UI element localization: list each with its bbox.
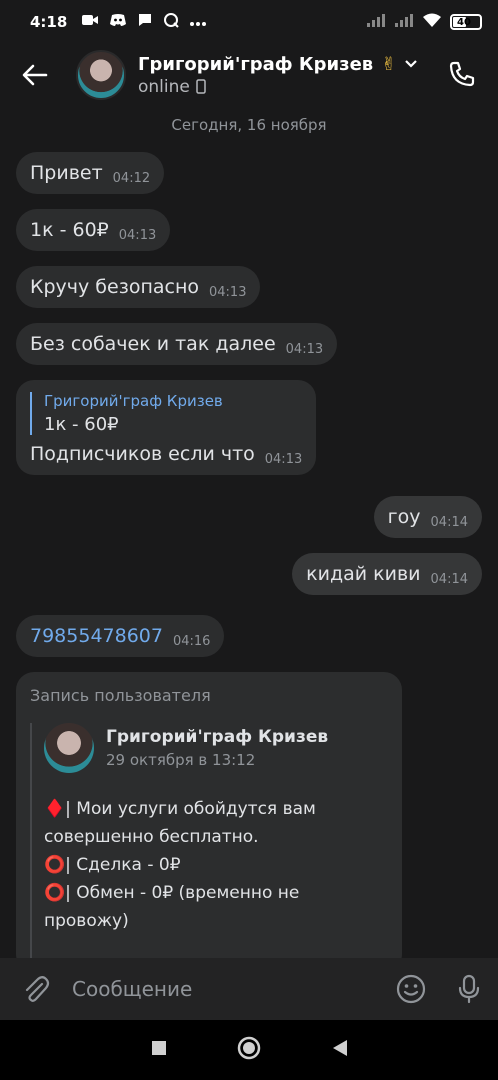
attach-button[interactable] (0, 974, 72, 1004)
reply-text: 1к - 60₽ (44, 414, 119, 435)
message-incoming-reply[interactable]: Григорий'граф Кризев 1к - 60₽ Подписчико… (16, 380, 317, 475)
contact-info[interactable]: Григорий'граф Кризев ✌ online (138, 54, 418, 97)
arrow-left-icon (22, 64, 48, 86)
status-time: 4:18 (30, 13, 68, 31)
message-text: 1к - 60₽ (30, 219, 109, 241)
triangle-back-icon (332, 1040, 347, 1056)
message-text: Подписчиков если что (30, 443, 255, 465)
voice-message-button[interactable] (440, 974, 498, 1004)
circle-icon (237, 1036, 261, 1060)
post-author-avatar[interactable] (44, 723, 94, 773)
victory-hand-emoji: ✌ (381, 53, 397, 75)
wifi-icon (422, 12, 442, 32)
message-incoming[interactable]: Привет 04:12 (16, 152, 165, 194)
message-incoming[interactable]: 1к - 60₽ 04:13 (16, 209, 171, 251)
contact-avatar[interactable] (76, 50, 126, 100)
post-body: ♦️| Мои услуги обойдутся вам совершенно … (44, 799, 316, 931)
post-author-name: Григорий'граф Кризев (106, 727, 329, 747)
chat-header: Григорий'граф Кризев ✌ online (0, 44, 498, 106)
post-author[interactable]: Григорий'граф Кризев 29 октября в 13:12 (44, 723, 388, 773)
chevron-down-icon (405, 60, 418, 68)
signal-icon (366, 13, 386, 31)
microphone-icon (458, 974, 480, 1004)
message-time: 04:16 (172, 634, 211, 649)
battery-icon: 40 (450, 14, 482, 30)
emoji-button[interactable] (382, 974, 440, 1004)
message-text: кидай киви (306, 563, 421, 585)
mobile-icon (196, 79, 206, 94)
discord-icon (109, 13, 127, 31)
message-time: 04:13 (264, 452, 303, 467)
message-outgoing[interactable]: кидай киви 04:14 (292, 553, 482, 595)
message-time: 04:14 (430, 515, 468, 530)
message-incoming[interactable]: Кручу безопасно 04:13 (16, 266, 261, 308)
phone-icon (449, 61, 475, 87)
message-time: 04:13 (285, 342, 324, 357)
message-time: 04:14 (430, 572, 468, 587)
status-bar: 4:18 40 (0, 0, 498, 44)
chat-icon (137, 12, 153, 32)
home-button[interactable] (237, 1036, 261, 1064)
signal-2-icon (394, 13, 414, 31)
system-navigation-bar (0, 1020, 498, 1080)
chat-history[interactable]: Сегодня, 16 ноября Привет 04:12 1к - 60₽… (0, 106, 498, 958)
paperclip-icon (25, 976, 50, 1002)
smile-icon (396, 974, 426, 1004)
message-incoming[interactable]: Без собачек и так далее 04:13 (16, 323, 338, 365)
battery-level: 40 (457, 16, 471, 28)
back-button[interactable] (0, 44, 70, 106)
message-text: Привет (30, 162, 103, 184)
video-icon (81, 13, 99, 31)
message-incoming[interactable]: 79855478607 04:16 (16, 615, 225, 657)
notification-icons (81, 12, 207, 32)
message-time: 04:12 (112, 171, 151, 186)
message-text: Кручу безопасно (30, 276, 199, 298)
back-nav-button[interactable] (332, 1039, 348, 1061)
shared-post[interactable]: Запись пользователя Григорий'граф Кризев… (16, 672, 402, 958)
message-text: Без собачек и так далее (30, 333, 276, 355)
date-separator: Сегодня, 16 ноября (171, 116, 327, 134)
post-title: Запись пользователя (30, 686, 211, 705)
message-outgoing[interactable]: гоу 04:14 (373, 496, 482, 538)
phone-number-link[interactable]: 79855478607 (30, 625, 163, 647)
recents-button[interactable] (151, 1040, 167, 1060)
message-input[interactable]: Сообщение (72, 977, 382, 1001)
more-dots-icon (189, 13, 207, 31)
contact-name: Григорий'граф Кризев (138, 53, 374, 75)
square-icon (151, 1041, 166, 1055)
call-button[interactable] (442, 54, 482, 94)
reply-author: Григорий'граф Кризев (44, 392, 223, 410)
message-time: 04:13 (118, 228, 157, 243)
message-time: 04:13 (209, 285, 247, 300)
contact-status: online (138, 76, 190, 97)
message-composer: Сообщение (0, 958, 498, 1020)
sync-icon (163, 12, 180, 32)
message-text: гоу (387, 506, 421, 528)
post-content: Григорий'граф Кризев 29 октября в 13:12 … (30, 723, 388, 958)
post-date: 29 октября в 13:12 (106, 751, 256, 769)
reply-quote[interactable]: Григорий'граф Кризев 1к - 60₽ (30, 392, 223, 435)
